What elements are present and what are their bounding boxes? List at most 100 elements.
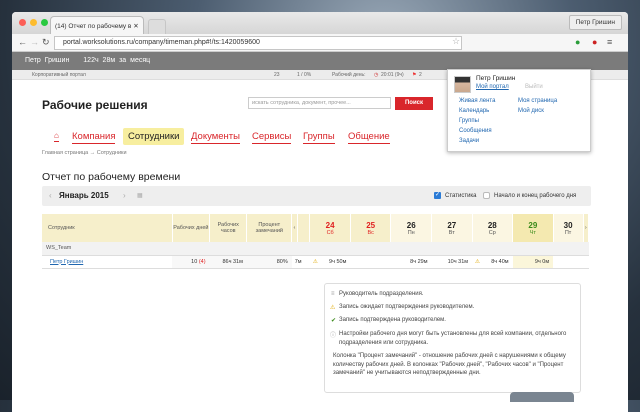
search-input[interactable]: искать сотрудника, документ, прочее...	[248, 97, 391, 109]
clock-icon: ◷	[374, 72, 379, 78]
link-my-disk[interactable]: Мой диск	[518, 108, 544, 114]
flag-count[interactable]: 2	[419, 72, 422, 78]
link-messages[interactable]: Сообщения	[459, 128, 492, 134]
extension-icon[interactable]: ●	[575, 37, 580, 47]
avatar	[454, 76, 471, 93]
menu-groups[interactable]: Группы	[303, 131, 335, 144]
user-name[interactable]: Петр Гришин	[25, 57, 69, 64]
check-icon: ✔	[331, 318, 337, 324]
menu-company[interactable]: Компания	[72, 131, 116, 144]
url-input[interactable]: portal.worksolutions.ru/company/timeman.…	[54, 36, 462, 50]
day-cell[interactable]: ⚠ 8ч 40м	[472, 255, 513, 269]
month-summary: 122ч 28м за месяц	[83, 57, 151, 64]
reload-icon[interactable]: ↻	[42, 37, 50, 48]
page-title: Отчет по рабочему времени	[42, 171, 181, 183]
timesheet-table: Сотрудник Рабочих дней Рабочих часов Про…	[42, 214, 590, 269]
legend-pending: Запись ожидает подтверждения руководител…	[339, 304, 475, 310]
day-header: 30 Пт	[553, 214, 584, 242]
day-header: 24 Сб	[309, 214, 351, 242]
user-bar: Петр Гришин 122ч 28м за месяц	[12, 52, 628, 70]
breadcrumb[interactable]: Главная страница → Сотрудники	[42, 150, 127, 156]
calendar-bar: ‹ Январь 2015 › ▦ ✓ Статистика Начало и …	[42, 186, 591, 206]
table-header: Сотрудник Рабочих дней Рабочих часов Про…	[42, 214, 590, 242]
warning-icon: ⚠	[475, 258, 480, 265]
menu-documents[interactable]: Документы	[191, 131, 240, 144]
legend-note: Колонка "Процент замечаний" - отношение …	[333, 353, 566, 376]
legend-confirmed: Запись подтверждена руководителем.	[339, 317, 446, 323]
calendar-icon[interactable]: ▦	[137, 192, 143, 199]
col-days: Рабочих дней	[172, 214, 211, 242]
day-cell[interactable]: 8ч 29м	[390, 255, 432, 269]
group-name: WS_Team	[42, 242, 589, 256]
menu-services[interactable]: Сервисы	[252, 131, 292, 144]
workday-label[interactable]: Рабочий день:	[332, 72, 366, 78]
new-tab-button[interactable]	[148, 19, 166, 34]
day-header: 26 Пн	[390, 214, 432, 242]
popup-user-name: Петр Гришин	[476, 75, 516, 82]
warning-icon: ⚠	[330, 305, 336, 311]
my-portal-link[interactable]: Мой портал	[476, 84, 509, 90]
legend-box: ≡ Руководитель подразделения. ⚠ Запись о…	[324, 283, 581, 393]
browser-tab[interactable]: (14) Отчет по рабочему в ✕	[50, 16, 144, 34]
tab-title: (14) Отчет по рабочему в	[55, 23, 132, 30]
day-cell[interactable]: 10ч 31м	[431, 255, 473, 269]
brand-title[interactable]: Рабочие решения	[42, 98, 148, 112]
day-header: 25 Вс	[350, 214, 392, 242]
day-cell[interactable]: 7м	[291, 255, 310, 269]
day-cell[interactable]	[350, 255, 391, 269]
link-feed[interactable]: Живая лента	[459, 98, 495, 104]
count-2[interactable]: 1 / 0%	[297, 72, 311, 78]
day-cell[interactable]: 9ч 0м	[512, 255, 554, 269]
minimize-button[interactable]	[30, 19, 37, 26]
group-row: WS_Team	[42, 242, 589, 256]
flag-icon: ⚑	[412, 72, 417, 78]
day-header: 28 Ср	[472, 214, 514, 242]
col-employee: Сотрудник	[42, 214, 173, 242]
title-bar: (14) Отчет по рабочему в ✕ Петр Гришин	[12, 12, 628, 34]
link-tasks[interactable]: Задачи	[459, 138, 479, 144]
logout-link[interactable]: Выйти	[525, 84, 543, 90]
next-month-icon[interactable]: ›	[123, 191, 126, 200]
portal-dropdown[interactable]: Корпоративный портал	[32, 72, 86, 78]
info-icon: ⓘ	[330, 333, 337, 339]
address-bar-row: ← → ↻ portal.worksolutions.ru/company/ti…	[12, 34, 628, 52]
col-hours: Рабочих часов	[209, 214, 248, 242]
employee-link[interactable]: Петр Гришин	[50, 259, 83, 265]
statistics-label: Статистика	[445, 193, 477, 199]
menu-icon[interactable]: ≡	[607, 37, 612, 47]
legend-head: Руководитель подразделения.	[339, 291, 424, 297]
action-button[interactable]	[510, 392, 574, 402]
day-cell[interactable]: ⚠ 9ч 50м	[309, 255, 351, 269]
days-warning: (4)	[198, 258, 206, 265]
day-cell[interactable]	[553, 255, 584, 269]
startend-checkbox[interactable]	[483, 192, 490, 199]
search-button[interactable]: Поиск	[395, 97, 433, 110]
table-row: Петр Гришин 10 (4) 86ч 31м 80% 7м ⚠ 9ч 50…	[42, 255, 589, 269]
scroll-right-icon[interactable]: ›	[583, 214, 590, 242]
days-value: 10	[191, 258, 198, 265]
forward-icon[interactable]: →	[30, 37, 39, 47]
link-calendar[interactable]: Календарь	[459, 108, 489, 114]
col-percent: Процент замечаний	[246, 214, 293, 242]
profile-button[interactable]: Петр Гришин	[568, 15, 622, 30]
close-button[interactable]	[19, 19, 26, 26]
back-icon[interactable]: ←	[18, 37, 27, 47]
home-icon[interactable]: ⌂	[54, 131, 59, 142]
statistics-checkbox[interactable]: ✓	[434, 192, 441, 199]
prev-month-icon[interactable]: ‹	[49, 191, 52, 200]
menu-employees[interactable]: Сотрудники	[123, 128, 185, 145]
extension-icon-2[interactable]: ●	[592, 37, 597, 47]
day-header-today: 29 Чт	[512, 214, 554, 242]
startend-label: Начало и конец рабочего дня	[494, 193, 577, 199]
star-icon[interactable]: ☆	[452, 36, 460, 47]
link-my-page[interactable]: Моя страница	[518, 98, 557, 104]
workday-time[interactable]: 20:01 (9ч)	[381, 72, 404, 78]
legend-settings: Настройки рабочего дня могут быть устано…	[339, 331, 567, 346]
menu-communication[interactable]: Общение	[348, 131, 390, 144]
link-groups[interactable]: Группы	[459, 118, 479, 124]
count-1[interactable]: 23	[274, 72, 280, 78]
maximize-button[interactable]	[41, 19, 48, 26]
hours-value: 86ч 31м	[209, 255, 247, 269]
month-label: Январь 2015	[59, 191, 109, 200]
head-icon: ≡	[331, 291, 335, 297]
